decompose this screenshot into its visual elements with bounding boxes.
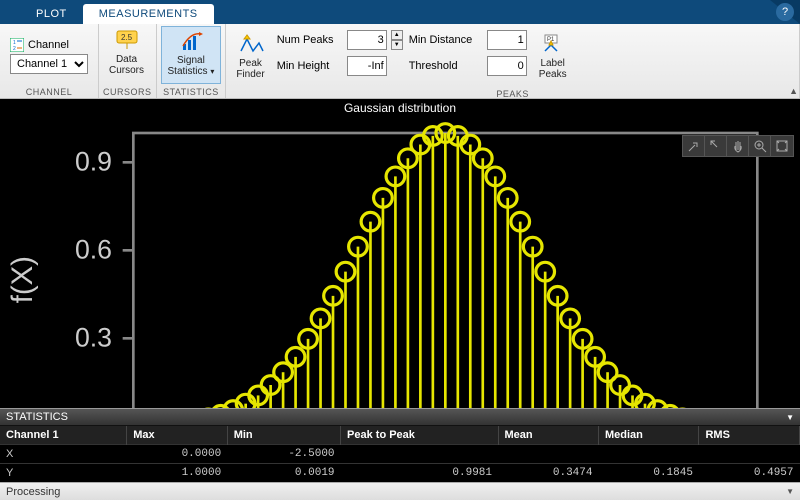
zoom-in-icon[interactable]	[683, 136, 705, 156]
table-header: Min	[227, 426, 340, 445]
plot-title: Gaussian distribution	[0, 99, 800, 117]
ribbon-group-label-cursors: CURSORS	[103, 86, 152, 98]
pan-icon[interactable]	[727, 136, 749, 156]
zoom-rect-icon[interactable]	[749, 136, 771, 156]
plot-toolbar	[682, 135, 794, 157]
plot-canvas[interactable]: -2.4-2-1.6-1.2-0.8-0.400.40.81.21.622.40…	[0, 117, 800, 408]
table-header: Peak to Peak	[341, 426, 498, 445]
ribbon-group-label-statistics: STATISTICS	[161, 86, 222, 98]
threshold-label: Threshold	[409, 60, 483, 72]
table-row: Y1.00000.00190.99810.34740.18450.4957	[0, 464, 800, 483]
ribbon-collapse-icon[interactable]: ▲	[789, 86, 798, 96]
ribbon-group-cursors: 2.5 Data Cursors CURSORS	[99, 24, 157, 98]
min-distance-input[interactable]	[487, 30, 527, 50]
table-header: Median	[598, 426, 698, 445]
num-peaks-input[interactable]	[347, 30, 387, 50]
statistics-table: Channel 1MaxMinPeak to PeakMeanMedianRMS…	[0, 426, 800, 482]
svg-text:2: 2	[13, 46, 16, 52]
ribbon-group-label-channel: CHANNEL	[4, 86, 94, 98]
data-cursors-button[interactable]: 2.5 Data Cursors	[103, 26, 150, 84]
processing-panel-header[interactable]: Processing ▼	[0, 482, 800, 500]
peak-finder-icon	[237, 32, 265, 56]
table-header: Mean	[498, 426, 598, 445]
svg-text:0.9: 0.9	[75, 146, 112, 176]
svg-text:f(X): f(X)	[6, 256, 39, 303]
channel-icon: 12	[10, 38, 24, 52]
table-header: RMS	[699, 426, 800, 445]
signal-statistics-button[interactable]: Signal Statistics ▾	[161, 26, 222, 84]
ribbon-group-peaks: Peak Finder Num Peaks ▲▼ Min Height Min D…	[226, 24, 800, 98]
label-peaks-button[interactable]: P1 Label Peaks	[533, 30, 573, 88]
chevron-down-icon: ▾	[210, 67, 214, 76]
min-height-label: Min Height	[277, 60, 343, 72]
tab-plot[interactable]: PLOT	[20, 4, 83, 24]
ribbon-group-statistics: Signal Statistics ▾ STATISTICS	[157, 24, 227, 98]
table-header: Channel 1	[0, 426, 127, 445]
table-row: X0.0000-2.5000	[0, 445, 800, 464]
svg-text:0.6: 0.6	[75, 234, 112, 264]
signal-statistics-icon	[177, 29, 205, 53]
svg-text:2.5: 2.5	[121, 33, 133, 42]
autoscale-icon[interactable]	[771, 136, 793, 156]
plot-area: Gaussian distribution -2.4-2-1.6-1.2-0.8…	[0, 99, 800, 408]
label-peaks-icon: P1	[539, 32, 567, 56]
ribbon-group-channel: 12 Channel Channel 1 CHANNEL	[0, 24, 99, 98]
statistics-panel-header[interactable]: STATISTICS ▼	[0, 408, 800, 426]
min-height-input[interactable]	[347, 56, 387, 76]
svg-text:0.3: 0.3	[75, 322, 112, 352]
num-peaks-spinner[interactable]: ▲▼	[391, 30, 403, 50]
table-header: Max	[127, 426, 227, 445]
tab-bar: PLOT MEASUREMENTS ?	[0, 0, 800, 24]
expand-triangle-icon[interactable]: ▼	[786, 487, 794, 496]
min-distance-label: Min Distance	[409, 34, 483, 46]
help-icon[interactable]: ?	[776, 3, 794, 21]
zoom-out-icon[interactable]	[705, 136, 727, 156]
ribbon-toolstrip: 12 Channel Channel 1 CHANNEL 2.5 Data Cu…	[0, 24, 800, 99]
channel-label: Channel	[28, 39, 69, 51]
data-cursors-icon: 2.5	[113, 28, 141, 52]
channel-select[interactable]: Channel 1	[10, 54, 88, 74]
peak-finder-button[interactable]: Peak Finder	[230, 30, 270, 88]
num-peaks-label: Num Peaks	[277, 34, 343, 46]
tab-measurements[interactable]: MEASUREMENTS	[83, 4, 214, 24]
threshold-input[interactable]	[487, 56, 527, 76]
collapse-triangle-icon[interactable]: ▼	[786, 413, 794, 422]
